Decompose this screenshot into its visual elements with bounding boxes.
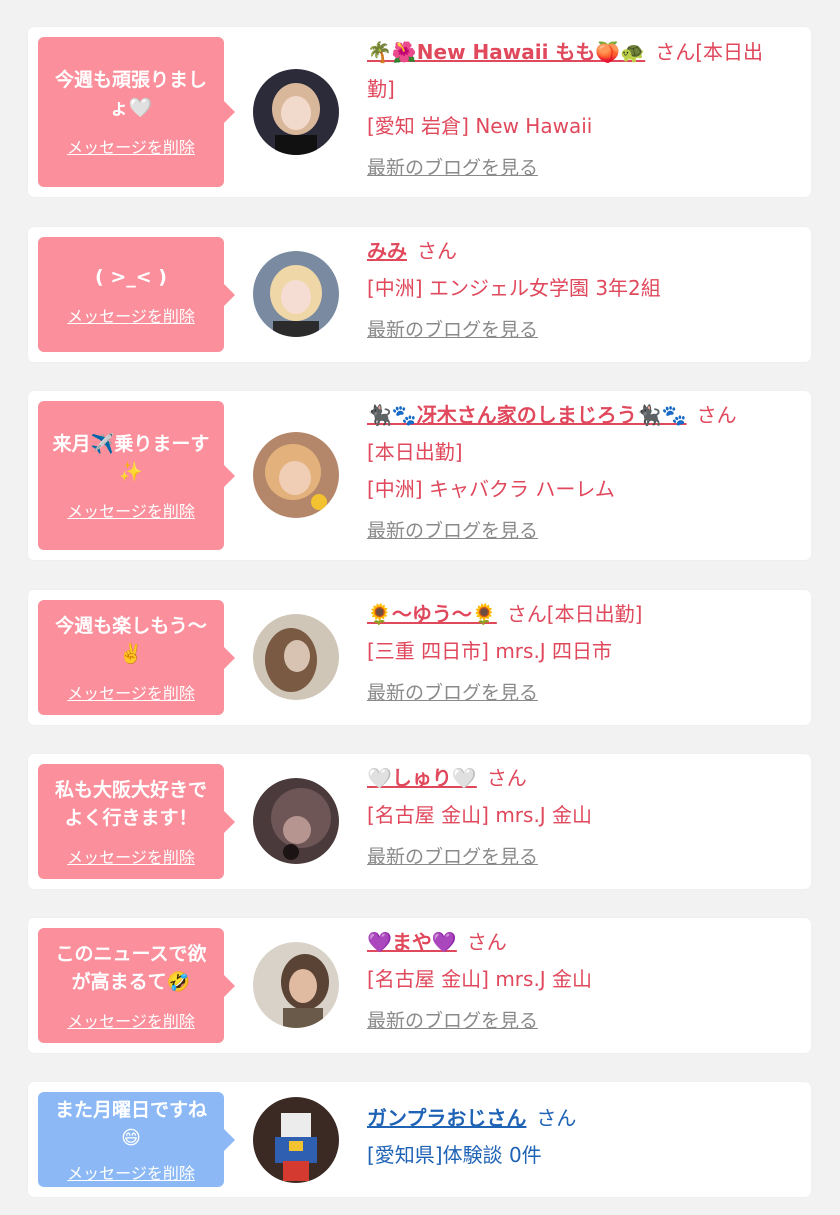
user-info: みみ さん [中洲] エンジェル女学園 3年2組 最新のブログを見る — [367, 233, 791, 342]
message-text: 今週も楽しもう〜✌️ — [55, 614, 207, 665]
user-info: 💜まや💜 さん [名古屋 金山] mrs.J 金山 最新のブログを見る — [367, 924, 791, 1033]
user-name-link[interactable]: 💜まや💜 — [367, 930, 457, 954]
message-text: 私も大阪大好きでよく行きます！ — [54, 778, 207, 829]
message-card: 今週も頑張りましょ🤍 メッセージを削除 🌴🌺New Hawaii もも🍑🐢 さん[… — [28, 27, 811, 197]
message-bubble: 今週も楽しもう〜✌️ メッセージを削除 — [38, 600, 235, 715]
user-status: [本日出勤] — [367, 440, 463, 464]
user-shop: [中洲] キャバクラ ハーレム — [367, 477, 615, 501]
delete-message-link[interactable]: メッセージを削除 — [67, 134, 195, 158]
delete-message-link[interactable]: メッセージを削除 — [67, 844, 195, 868]
user-info: 🤍しゅり🤍 さん [名古屋 金山] mrs.J 金山 最新のブログを見る — [367, 760, 791, 869]
delete-message-link[interactable]: メッセージを削除 — [67, 498, 195, 522]
avatar[interactable] — [253, 778, 339, 864]
message-card: 私も大阪大好きでよく行きます！ メッセージを削除 🤍しゅり🤍 さん [名古屋 金山… — [28, 754, 811, 889]
user-status: 勤] — [367, 77, 395, 101]
user-honorific: さん — [696, 403, 737, 427]
user-honorific: さん — [536, 1106, 577, 1130]
user-name-link[interactable]: みみ — [367, 239, 407, 263]
message-card: 来月✈️乗りまーす✨ メッセージを削除 🐈‍⬛🐾冴木さん家のしまじろう🐈‍⬛🐾 さ… — [28, 391, 811, 560]
message-text: また月曜日ですね😄 — [54, 1098, 207, 1149]
latest-blog-link[interactable]: 最新のブログを見る — [367, 516, 538, 543]
user-info: 🐈‍⬛🐾冴木さん家のしまじろう🐈‍⬛🐾 さん [本日出勤] [中洲] キャバクラ … — [367, 397, 791, 543]
message-list: 今週も頑張りましょ🤍 メッセージを削除 🌴🌺New Hawaii もも🍑🐢 さん[… — [0, 0, 840, 1215]
latest-blog-link[interactable]: 最新のブログを見る — [367, 153, 538, 180]
avatar[interactable] — [253, 1097, 339, 1183]
user-experience: [愛知県]体験談 0件 — [367, 1143, 542, 1167]
latest-blog-link[interactable]: 最新のブログを見る — [367, 1006, 538, 1033]
delete-message-link[interactable]: メッセージを削除 — [67, 303, 195, 327]
avatar[interactable] — [253, 251, 339, 337]
user-info: ガンプラおじさん さん [愛知県]体験談 0件 — [367, 1100, 791, 1174]
avatar[interactable] — [253, 614, 339, 700]
user-shop: [中洲] エンジェル女学園 3年2組 — [367, 276, 661, 300]
message-text: このニュースで欲が高まるて🤣 — [55, 942, 207, 993]
message-text: ( >_< ) — [95, 265, 167, 288]
avatar[interactable] — [253, 942, 339, 1028]
delete-message-link[interactable]: メッセージを削除 — [67, 1160, 195, 1184]
user-name-link[interactable]: 🌴🌺New Hawaii もも🍑🐢 — [367, 40, 645, 64]
user-honorific: さん — [417, 239, 457, 263]
user-shop: [愛知 岩倉] New Hawaii — [367, 114, 593, 138]
user-shop: [名古屋 金山] mrs.J 金山 — [367, 803, 593, 827]
latest-blog-link[interactable]: 最新のブログを見る — [367, 842, 538, 869]
message-bubble: このニュースで欲が高まるて🤣 メッセージを削除 — [38, 928, 235, 1043]
user-name-link[interactable]: ガンプラおじさん — [367, 1106, 526, 1130]
user-info: 🌴🌺New Hawaii もも🍑🐢 さん[本日出 勤] [愛知 岩倉] New H… — [367, 34, 791, 180]
latest-blog-link[interactable]: 最新のブログを見る — [367, 678, 538, 705]
message-text: 来月✈️乗りまーす✨ — [52, 432, 210, 483]
message-bubble: 今週も頑張りましょ🤍 メッセージを削除 — [38, 37, 235, 187]
message-text: 今週も頑張りましょ🤍 — [54, 69, 207, 119]
avatar[interactable] — [253, 432, 339, 518]
message-bubble: また月曜日ですね😄 メッセージを削除 — [38, 1092, 235, 1187]
user-name-link[interactable]: 🌻〜ゆう〜🌻 — [367, 602, 497, 626]
message-card: このニュースで欲が高まるて🤣 メッセージを削除 💜まや💜 さん [名古屋 金山] … — [28, 918, 811, 1053]
user-info: 🌻〜ゆう〜🌻 さん[本日出勤] [三重 四日市] mrs.J 四日市 最新のブログ… — [367, 596, 791, 705]
message-bubble: 来月✈️乗りまーす✨ メッセージを削除 — [38, 401, 235, 550]
user-honorific: さん[本日出 — [655, 40, 764, 64]
user-honorific: さん[本日出勤] — [506, 602, 643, 626]
user-honorific: さん — [466, 930, 507, 954]
message-card: 今週も楽しもう〜✌️ メッセージを削除 🌻〜ゆう〜🌻 さん[本日出勤] [三重 四… — [28, 590, 811, 725]
user-shop: [三重 四日市] mrs.J 四日市 — [367, 639, 613, 663]
avatar[interactable] — [253, 69, 339, 155]
message-bubble: 私も大阪大好きでよく行きます！ メッセージを削除 — [38, 764, 235, 879]
user-shop: [名古屋 金山] mrs.J 金山 — [367, 967, 593, 991]
user-name-link[interactable]: 🐈‍⬛🐾冴木さん家のしまじろう🐈‍⬛🐾 — [367, 403, 687, 427]
message-bubble: ( >_< ) メッセージを削除 — [38, 237, 235, 352]
delete-message-link[interactable]: メッセージを削除 — [67, 1008, 195, 1032]
user-honorific: さん — [486, 766, 527, 790]
message-card: ( >_< ) メッセージを削除 みみ さん [中洲] エンジェル女学園 3年2組… — [28, 227, 811, 362]
message-card: また月曜日ですね😄 メッセージを削除 ガンプラおじさん さん [愛知県]体験談 0… — [28, 1082, 811, 1197]
latest-blog-link[interactable]: 最新のブログを見る — [367, 315, 538, 342]
user-name-link[interactable]: 🤍しゅり🤍 — [367, 766, 477, 790]
delete-message-link[interactable]: メッセージを削除 — [67, 680, 195, 704]
